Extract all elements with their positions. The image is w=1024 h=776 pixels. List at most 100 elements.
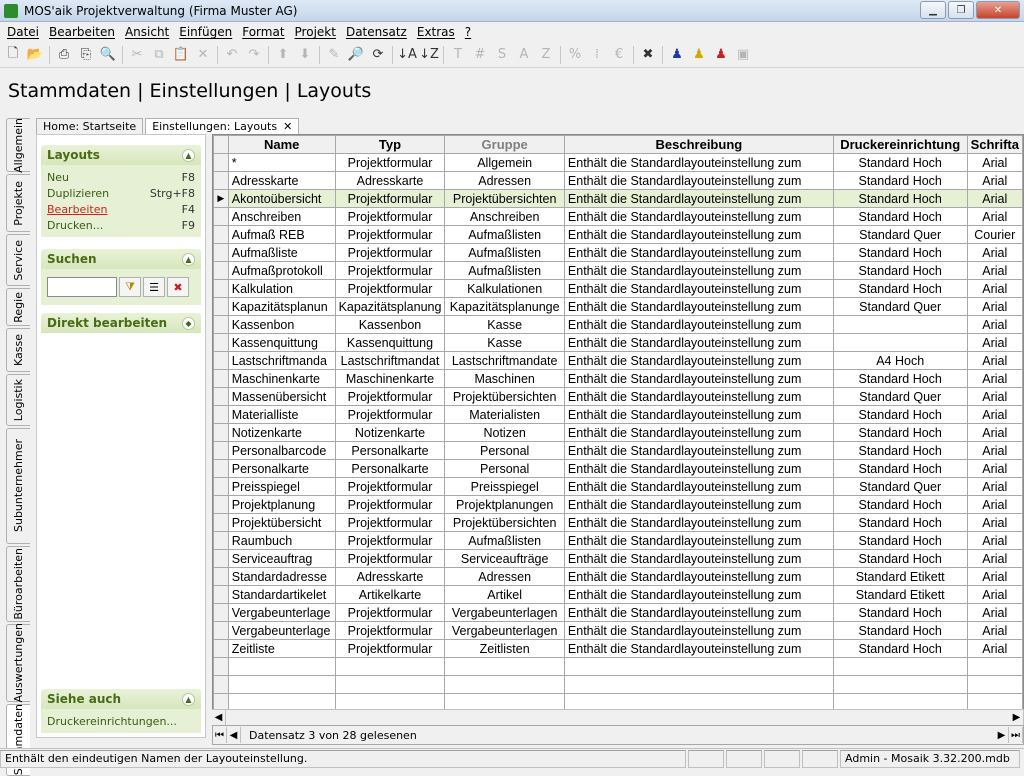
table-row[interactable]: Kapazitätsplanun Kapazitätsplanung Kapazit…	[213, 297, 1023, 316]
row-indicator[interactable]	[213, 351, 229, 370]
cell-4[interactable]: Standard Hoch	[832, 603, 968, 622]
table-row[interactable]: Aufmaßliste Projektformular Aufmaßlisten En…	[213, 243, 1023, 262]
empty-row[interactable]	[213, 657, 1023, 676]
open-folder-icon[interactable]: 📂	[24, 44, 46, 66]
cell-3[interactable]: Enthält die Standardlayouteinstellung zu…	[563, 387, 834, 406]
cell-3[interactable]: Enthält die Standardlayouteinstellung zu…	[563, 585, 834, 604]
cell-2[interactable]	[444, 675, 565, 694]
tab-büroarbeiten[interactable]: Büroarbeiten	[6, 546, 30, 622]
cell-4[interactable]: Standard Quer	[832, 477, 968, 496]
cell-4[interactable]: Standard Hoch	[832, 495, 968, 514]
row-indicator[interactable]	[213, 207, 229, 226]
cell-3[interactable]: Enthält die Standardlayouteinstellung zu…	[563, 405, 834, 424]
see-also-header[interactable]: Siehe auch ▲	[41, 689, 201, 709]
cell-4[interactable]: Standard Hoch	[832, 549, 968, 568]
cell-0[interactable]: Lastschriftmanda	[227, 351, 336, 370]
cell-1[interactable]: Projektformular	[334, 279, 446, 298]
cell-2[interactable]: Adressen	[444, 171, 565, 190]
cell-0[interactable]: Preisspiegel	[227, 477, 336, 496]
cell-1[interactable]: Kassenquittung	[334, 333, 446, 352]
column-header-0[interactable]: Name	[227, 135, 336, 154]
cell-1[interactable]: Adresskarte	[334, 567, 446, 586]
undo-icon[interactable]: ↶	[221, 44, 243, 66]
cell-1[interactable]: Projektformular	[334, 261, 446, 280]
cell-2[interactable]: Kasse	[444, 333, 565, 352]
cell-3[interactable]: Enthält die Standardlayouteinstellung zu…	[563, 567, 834, 586]
cell-0[interactable]: Zeitliste	[227, 639, 336, 658]
cell-4[interactable]: Standard Quer	[832, 387, 968, 406]
cell-2[interactable]: Personal	[444, 459, 565, 478]
column-header-5[interactable]: Schrifta	[966, 135, 1023, 154]
row-indicator[interactable]	[213, 495, 229, 514]
cell-3[interactable]: Enthält die Standardlayouteinstellung zu…	[563, 171, 834, 190]
sort-descending-icon[interactable]: ↓Z	[418, 44, 440, 66]
cell-1[interactable]: Projektformular	[334, 387, 446, 406]
collapse-icon[interactable]: ▲	[182, 252, 195, 266]
text-format-icon[interactable]: T	[447, 44, 469, 66]
cell-3[interactable]: Enthält die Standardlayouteinstellung zu…	[563, 243, 834, 262]
cell-5[interactable]: Arial	[966, 405, 1023, 424]
row-indicator[interactable]	[213, 567, 229, 586]
tab-regie[interactable]: Regie	[6, 288, 30, 326]
table-row[interactable]: Standardartikelet Artikelkarte Artikel Enth…	[213, 585, 1023, 604]
cell-1[interactable]: Personalkarte	[334, 459, 446, 478]
row-indicator[interactable]	[213, 297, 229, 316]
cell-2[interactable]: Aufmaßlisten	[444, 261, 565, 280]
cell-4[interactable]: Standard Hoch	[832, 369, 968, 388]
copy-icon[interactable]: ⧉	[148, 44, 170, 66]
cell-2[interactable]: Kalkulationen	[444, 279, 565, 298]
next-record-icon[interactable]: ▶	[995, 727, 1009, 743]
collapse-icon[interactable]: ▲	[182, 148, 195, 162]
row-indicator[interactable]	[213, 387, 229, 406]
cell-0[interactable]: Notizenkarte	[227, 423, 336, 442]
table-row[interactable]: Materialliste Projektformular Materialiste…	[213, 405, 1023, 424]
cell-2[interactable]: Zeitlisten	[444, 639, 565, 658]
cell-0[interactable]: Kapazitätsplanun	[227, 297, 336, 316]
action-neu[interactable]: Neu F8	[47, 169, 195, 185]
cell-5[interactable]: Arial	[966, 261, 1023, 280]
cell-4[interactable]: Standard Quer	[832, 225, 968, 244]
tab-logistik[interactable]: Logistik	[6, 374, 30, 426]
menu-item-ansicht[interactable]: Ansicht	[120, 25, 174, 39]
cell-1[interactable]: Notizenkarte	[334, 423, 446, 442]
tab-kasse[interactable]: Kasse	[6, 328, 30, 372]
row-indicator[interactable]	[213, 405, 229, 424]
cell-3[interactable]: Enthält die Standardlayouteinstellung zu…	[563, 459, 834, 478]
action-bearbeiten[interactable]: Bearbeiten F4	[47, 201, 195, 217]
menu-item-?[interactable]: ?	[460, 25, 476, 39]
table-row[interactable]: Lastschriftmanda Lastschriftmandat Lastsch…	[213, 351, 1023, 370]
column-header-1[interactable]: Typ	[334, 135, 446, 154]
cell-1[interactable]: Personalkarte	[334, 441, 446, 460]
cell-0[interactable]	[227, 675, 336, 694]
cell-3[interactable]: Enthält die Standardlayouteinstellung zu…	[563, 549, 834, 568]
cell-1[interactable]: Adresskarte	[334, 171, 446, 190]
cell-0[interactable]: Personalkarte	[227, 459, 336, 478]
cell-4[interactable]: Standard Hoch	[832, 441, 968, 460]
cell-4[interactable]	[832, 657, 968, 676]
column-header-4[interactable]: Druckereinrichtung	[832, 135, 968, 154]
tab-allgemein[interactable]: Allgemein	[6, 118, 30, 172]
table-row[interactable]: Zeitliste Projektformular Zeitlisten Enthäl…	[213, 639, 1023, 658]
cell-3[interactable]: Enthält die Standardlayouteinstellung zu…	[563, 477, 834, 496]
tab-auswertungen[interactable]: Auswertungen	[6, 623, 30, 703]
cell-3[interactable]: Enthält die Standardlayouteinstellung zu…	[563, 441, 834, 460]
excel-export-icon[interactable]: ✖	[637, 44, 659, 66]
cell-1[interactable]: Projektformular	[334, 603, 446, 622]
printer-setup-link[interactable]: Druckereinrichtungen...	[47, 713, 195, 729]
cell-4[interactable]: Standard Hoch	[832, 279, 968, 298]
layouts-panel-header[interactable]: Layouts ▲	[41, 145, 201, 165]
number-format-icon[interactable]: #	[469, 44, 491, 66]
cell-0[interactable]: Raumbuch	[227, 531, 336, 550]
cell-0[interactable]: *	[227, 153, 336, 172]
table-row[interactable]: Adresskarte Adresskarte Adressen Enthält di…	[213, 171, 1023, 190]
cell-1[interactable]: Projektformular	[334, 153, 446, 172]
cell-3[interactable]: Enthält die Standardlayouteinstellung zu…	[563, 639, 834, 658]
cell-2[interactable]: Anschreiben	[444, 207, 565, 226]
cell-3[interactable]: Enthält die Standardlayouteinstellung zu…	[563, 495, 834, 514]
cell-4[interactable]	[832, 315, 968, 334]
table-row[interactable]: Kassenbon Kassenbon Kasse Enthält die Stand…	[213, 315, 1023, 334]
horizontal-scrollbar[interactable]: ◀ ▶	[212, 709, 1024, 726]
cell-2[interactable]: Preisspiegel	[444, 477, 565, 496]
cell-2[interactable]: Aufmaßlisten	[444, 243, 565, 262]
cell-2[interactable]: Allgemein	[444, 153, 565, 172]
